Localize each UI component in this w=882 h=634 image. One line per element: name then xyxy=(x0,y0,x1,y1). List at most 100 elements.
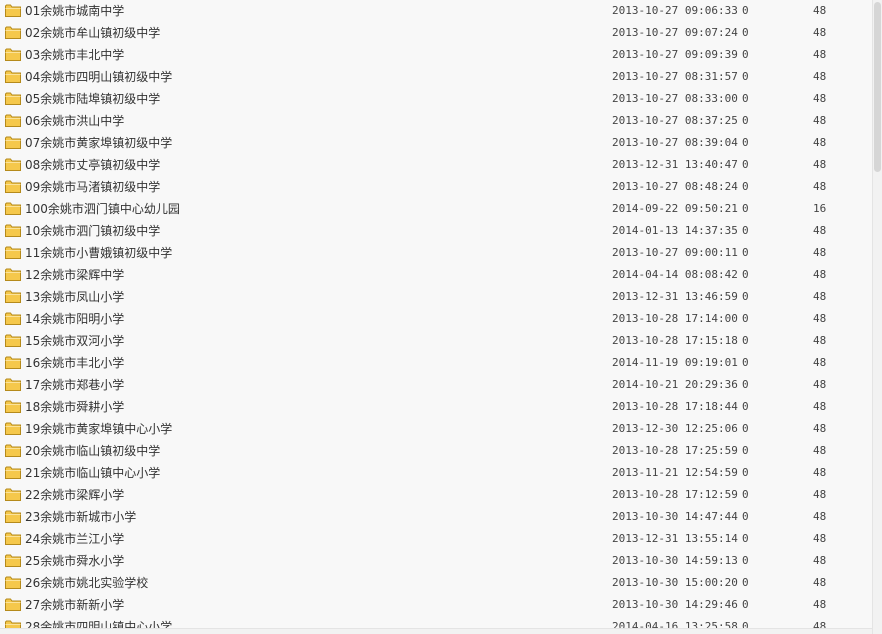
folder-icon[interactable] xyxy=(5,532,21,545)
folder-name-link[interactable]: 23余姚市新城市小学 xyxy=(25,506,136,528)
folder-name-link[interactable]: 16余姚市丰北小学 xyxy=(25,352,124,374)
folder-icon[interactable] xyxy=(5,312,21,325)
modified-date: 2013-10-27 09:07:24 xyxy=(612,26,738,39)
folder-name-link[interactable]: 03余姚市丰北中学 xyxy=(25,44,124,66)
list-item[interactable]: 15余姚市双河小学 2013-10-28 17:15:18 0 48 xyxy=(0,330,872,352)
folder-icon[interactable] xyxy=(5,356,21,369)
list-item[interactable]: 07余姚市黄家埠镇初级中学 2013-10-27 08:39:04 0 48 xyxy=(0,132,872,154)
list-item[interactable]: 03余姚市丰北中学 2013-10-27 09:09:39 0 48 xyxy=(0,44,872,66)
folder-icon[interactable] xyxy=(5,444,21,457)
folder-icon[interactable] xyxy=(5,510,21,523)
list-item[interactable]: 17余姚市郑巷小学 2014-10-21 20:29:36 0 48 xyxy=(0,374,872,396)
count-column-1: 0 xyxy=(742,444,749,457)
count-column-1: 0 xyxy=(742,158,749,171)
count-column-2: 48 xyxy=(813,26,827,39)
folder-name-link[interactable]: 05余姚市陆埠镇初级中学 xyxy=(25,88,160,110)
folder-icon[interactable] xyxy=(5,26,21,39)
folder-name-link[interactable]: 25余姚市舜水小学 xyxy=(25,550,124,572)
list-item[interactable]: 22余姚市梁辉小学 2013-10-28 17:12:59 0 48 xyxy=(0,484,872,506)
folder-name-link[interactable]: 27余姚市新新小学 xyxy=(25,594,124,616)
list-item[interactable]: 27余姚市新新小学 2013-10-30 14:29:46 0 48 xyxy=(0,594,872,616)
list-item[interactable]: 09余姚市马渚镇初级中学 2013-10-27 08:48:24 0 48 xyxy=(0,176,872,198)
folder-icon[interactable] xyxy=(5,70,21,83)
folder-icon[interactable] xyxy=(5,466,21,479)
folder-icon[interactable] xyxy=(5,92,21,105)
folder-icon[interactable] xyxy=(5,290,21,303)
folder-icon[interactable] xyxy=(5,114,21,127)
folder-name-link[interactable]: 11余姚市小曹娥镇初级中学 xyxy=(25,242,172,264)
vertical-scrollbar[interactable] xyxy=(872,0,882,634)
folder-name-link[interactable]: 28余姚市四明山镇中心小学 xyxy=(25,616,172,628)
folder-icon[interactable] xyxy=(5,422,21,435)
list-item[interactable]: 01余姚市城南中学 2013-10-27 09:06:33 0 48 xyxy=(0,0,872,22)
folder-name-link[interactable]: 01余姚市城南中学 xyxy=(25,0,124,22)
modified-date: 2013-10-27 08:37:25 xyxy=(612,114,738,127)
folder-name-link[interactable]: 06余姚市洪山中学 xyxy=(25,110,124,132)
folder-name-link[interactable]: 13余姚市凤山小学 xyxy=(25,286,124,308)
count-column-1: 0 xyxy=(742,26,749,39)
folder-icon[interactable] xyxy=(5,554,21,567)
list-item[interactable]: 08余姚市丈亭镇初级中学 2013-12-31 13:40:47 0 48 xyxy=(0,154,872,176)
list-item[interactable]: 20余姚市临山镇初级中学 2013-10-28 17:25:59 0 48 xyxy=(0,440,872,462)
list-item[interactable]: 23余姚市新城市小学 2013-10-30 14:47:44 0 48 xyxy=(0,506,872,528)
folder-icon[interactable] xyxy=(5,576,21,589)
folder-name-link[interactable]: 20余姚市临山镇初级中学 xyxy=(25,440,160,462)
modified-date: 2013-10-28 17:15:18 xyxy=(612,334,738,347)
folder-name-link[interactable]: 15余姚市双河小学 xyxy=(25,330,124,352)
folder-name-link[interactable]: 18余姚市舜耕小学 xyxy=(25,396,124,418)
folder-icon[interactable] xyxy=(5,48,21,61)
list-item[interactable]: 04余姚市四明山镇初级中学 2013-10-27 08:31:57 0 48 xyxy=(0,66,872,88)
count-column-1: 0 xyxy=(742,114,749,127)
list-item[interactable]: 05余姚市陆埠镇初级中学 2013-10-27 08:33:00 0 48 xyxy=(0,88,872,110)
folder-icon[interactable] xyxy=(5,268,21,281)
folder-name-link[interactable]: 04余姚市四明山镇初级中学 xyxy=(25,66,172,88)
list-item[interactable]: 10余姚市泗门镇初级中学 2014-01-13 14:37:35 0 48 xyxy=(0,220,872,242)
folder-icon[interactable] xyxy=(5,378,21,391)
list-item[interactable]: 18余姚市舜耕小学 2013-10-28 17:18:44 0 48 xyxy=(0,396,872,418)
list-item[interactable]: 16余姚市丰北小学 2014-11-19 09:19:01 0 48 xyxy=(0,352,872,374)
folder-name-link[interactable]: 09余姚市马渚镇初级中学 xyxy=(25,176,160,198)
folder-icon[interactable] xyxy=(5,180,21,193)
list-item[interactable]: 19余姚市黄家埠镇中心小学 2013-12-30 12:25:06 0 48 xyxy=(0,418,872,440)
list-item[interactable]: 11余姚市小曹娥镇初级中学 2013-10-27 09:00:11 0 48 xyxy=(0,242,872,264)
list-item[interactable]: 13余姚市凤山小学 2013-12-31 13:46:59 0 48 xyxy=(0,286,872,308)
folder-icon[interactable] xyxy=(5,334,21,347)
list-item[interactable]: 25余姚市舜水小学 2013-10-30 14:59:13 0 48 xyxy=(0,550,872,572)
list-item[interactable]: 06余姚市洪山中学 2013-10-27 08:37:25 0 48 xyxy=(0,110,872,132)
folder-icon[interactable] xyxy=(5,158,21,171)
folder-name-link[interactable]: 10余姚市泗门镇初级中学 xyxy=(25,220,160,242)
folder-name-link[interactable]: 07余姚市黄家埠镇初级中学 xyxy=(25,132,172,154)
folder-icon[interactable] xyxy=(5,488,21,501)
folder-name-link[interactable]: 26余姚市姚北实验学校 xyxy=(25,572,148,594)
folder-icon[interactable] xyxy=(5,400,21,413)
folder-icon[interactable] xyxy=(5,598,21,611)
folder-name-link[interactable]: 19余姚市黄家埠镇中心小学 xyxy=(25,418,172,440)
folder-icon[interactable] xyxy=(5,620,21,628)
folder-icon[interactable] xyxy=(5,224,21,237)
count-column-2: 48 xyxy=(813,92,827,105)
folder-name-link[interactable]: 12余姚市梁辉中学 xyxy=(25,264,124,286)
folder-name-link[interactable]: 14余姚市阳明小学 xyxy=(25,308,124,330)
list-item[interactable]: 02余姚市牟山镇初级中学 2013-10-27 09:07:24 0 48 xyxy=(0,22,872,44)
folder-icon[interactable] xyxy=(5,4,21,17)
horizontal-scrollbar[interactable] xyxy=(0,628,872,634)
folder-icon[interactable] xyxy=(5,246,21,259)
folder-icon[interactable] xyxy=(5,136,21,149)
folder-name-link[interactable]: 08余姚市丈亭镇初级中学 xyxy=(25,154,160,176)
folder-name-link[interactable]: 21余姚市临山镇中心小学 xyxy=(25,462,160,484)
list-item[interactable]: 24余姚市兰江小学 2013-12-31 13:55:14 0 48 xyxy=(0,528,872,550)
list-item[interactable]: 28余姚市四明山镇中心小学 2014-04-16 13:25:58 0 48 xyxy=(0,616,872,628)
folder-name-link[interactable]: 100余姚市泗门镇中心幼儿园 xyxy=(25,198,180,220)
folder-icon[interactable] xyxy=(5,202,21,215)
folder-name-link[interactable]: 22余姚市梁辉小学 xyxy=(25,484,124,506)
vertical-scrollbar-thumb[interactable] xyxy=(874,2,881,172)
folder-name-link[interactable]: 02余姚市牟山镇初级中学 xyxy=(25,22,160,44)
folder-name-link[interactable]: 24余姚市兰江小学 xyxy=(25,528,124,550)
list-item[interactable]: 26余姚市姚北实验学校 2013-10-30 15:00:20 0 48 xyxy=(0,572,872,594)
folder-name-link[interactable]: 17余姚市郑巷小学 xyxy=(25,374,124,396)
list-item[interactable]: 12余姚市梁辉中学 2014-04-14 08:08:42 0 48 xyxy=(0,264,872,286)
list-item[interactable]: 21余姚市临山镇中心小学 2013-11-21 12:54:59 0 48 xyxy=(0,462,872,484)
list-item[interactable]: 14余姚市阳明小学 2013-10-28 17:14:00 0 48 xyxy=(0,308,872,330)
count-column-2: 48 xyxy=(813,510,827,523)
list-item[interactable]: 100余姚市泗门镇中心幼儿园 2014-09-22 09:50:21 0 16 xyxy=(0,198,872,220)
